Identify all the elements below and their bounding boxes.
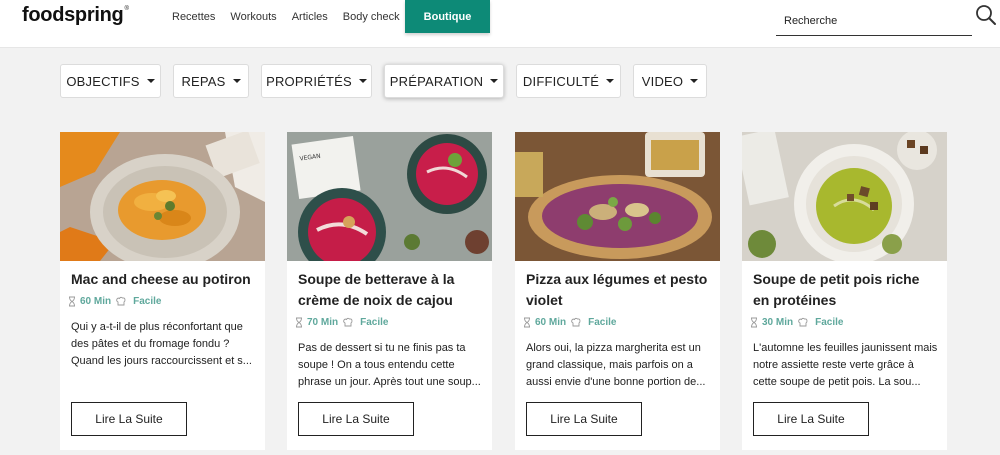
difficulty-label: Facile	[360, 316, 389, 328]
recipe-title[interactable]: Mac and cheese au potiron	[71, 269, 256, 290]
caret-down-icon	[690, 79, 699, 83]
recipe-title[interactable]: Soupe de betterave à la crème de noix de…	[298, 269, 483, 311]
prep-time: 70 Min	[307, 316, 339, 328]
prep-time: 60 Min	[80, 295, 112, 307]
read-more-button[interactable]: Lire La Suite	[526, 402, 642, 436]
hourglass-icon	[524, 317, 530, 327]
recipe-title[interactable]: Pizza aux légumes et pesto violet	[526, 269, 711, 311]
read-more-button[interactable]: Lire La Suite	[71, 402, 187, 436]
recipe-description: Alors oui, la pizza margherita est un gr…	[526, 342, 706, 388]
recipe-image[interactable]: VEGAN	[287, 132, 492, 261]
filter-proprietes[interactable]: PROPRIÉTÉS	[261, 64, 372, 98]
filter-label: PRÉPARATION	[389, 73, 484, 89]
filter-video[interactable]: VIDEO	[633, 64, 707, 98]
nav-link-workouts[interactable]: Workouts	[230, 11, 276, 23]
chef-hat-icon	[343, 317, 353, 327]
main-nav: Recettes Workouts Articles Body check	[172, 0, 415, 34]
logo[interactable]: foodspring®	[22, 4, 129, 27]
filter-difficulte[interactable]: DIFFICULTÉ	[516, 64, 621, 98]
nav-link-recettes[interactable]: Recettes	[172, 11, 215, 23]
caret-down-icon	[490, 79, 499, 83]
nav-link-articles[interactable]: Articles	[292, 11, 328, 23]
filter-repas[interactable]: REPAS	[173, 64, 249, 98]
recipe-card[interactable]: Mac and cheese au potiron 60 Min Facile …	[60, 132, 265, 450]
difficulty-label: Facile	[133, 295, 162, 307]
hourglass-icon	[751, 317, 757, 327]
recipe-meta: 70 Min Facile	[295, 315, 388, 329]
recipe-meta: 60 Min Facile	[68, 294, 161, 308]
recipe-image[interactable]	[742, 132, 947, 261]
recipe-card[interactable]: Soupe de petit pois riche en protéines 3…	[742, 132, 947, 450]
recipe-meta: 30 Min Facile	[750, 315, 843, 329]
filter-label: REPAS	[181, 73, 226, 89]
recipe-description: Qui y a-t-il de plus réconfortant que de…	[71, 321, 252, 367]
filter-label: PROPRIÉTÉS	[266, 73, 352, 89]
chef-hat-icon	[571, 317, 581, 327]
chef-hat-icon	[116, 296, 126, 306]
difficulty-label: Facile	[588, 316, 617, 328]
read-more-button[interactable]: Lire La Suite	[298, 402, 414, 436]
logo-text: foodspring	[22, 4, 124, 26]
filter-label: OBJECTIFS	[66, 73, 140, 89]
search-icon[interactable]	[975, 4, 997, 26]
recipe-card[interactable]: Pizza aux légumes et pesto violet 60 Min…	[515, 132, 720, 450]
caret-down-icon	[232, 79, 241, 83]
recipe-description: L'automne les feuilles jaunissent mais n…	[753, 342, 938, 388]
difficulty-label: Facile	[815, 316, 844, 328]
recipe-description: Pas de dessert si tu ne finis pas ta sou…	[298, 342, 481, 388]
recipe-meta: 60 Min Facile	[523, 315, 616, 329]
recipe-image[interactable]	[60, 132, 265, 261]
recipe-image[interactable]	[515, 132, 720, 261]
hourglass-icon	[69, 296, 75, 306]
prep-time: 30 Min	[762, 316, 794, 328]
filter-label: DIFFICULTÉ	[522, 73, 600, 89]
boutique-button[interactable]: Boutique	[405, 0, 490, 33]
recipe-title[interactable]: Soupe de petit pois riche en protéines	[753, 269, 938, 311]
nav-link-body-check[interactable]: Body check	[343, 11, 400, 23]
caret-down-icon	[146, 79, 155, 83]
search-input[interactable]	[776, 6, 972, 36]
read-more-button[interactable]: Lire La Suite	[753, 402, 869, 436]
site-header: foodspring® Recettes Workouts Articles B…	[0, 0, 1000, 48]
caret-down-icon	[358, 79, 367, 83]
filter-label: VIDEO	[641, 73, 684, 89]
prep-time: 60 Min	[535, 316, 567, 328]
recipe-card[interactable]: VEGAN Soupe de betterave à la crème de n…	[287, 132, 492, 450]
hourglass-icon	[296, 317, 302, 327]
filter-preparation[interactable]: PRÉPARATION	[384, 64, 504, 98]
chef-hat-icon	[798, 317, 808, 327]
logo-mark: ®	[124, 6, 129, 12]
filter-objectifs[interactable]: OBJECTIFS	[60, 64, 161, 98]
caret-down-icon	[606, 79, 615, 83]
